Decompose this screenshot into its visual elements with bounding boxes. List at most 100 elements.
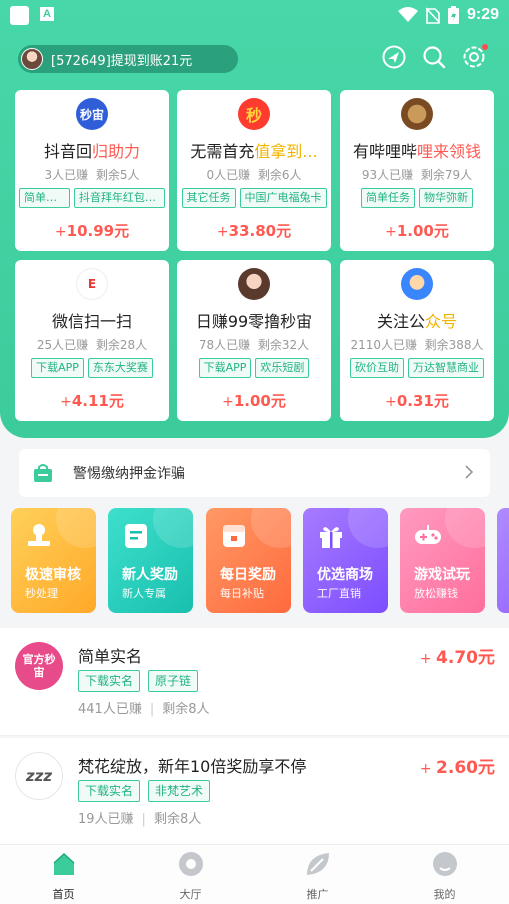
list-item[interactable]: 官方秒宙 简单实名 下载实名 原子链 441人已赚 | 剩余8人 + 4.70元 xyxy=(0,628,509,736)
task-tag: 非梵艺术 xyxy=(148,780,211,802)
task-title: 无需首充值拿到... xyxy=(181,138,327,162)
task-tag: 物华弥新 xyxy=(419,188,473,208)
task-reward: + 2.60元 xyxy=(420,753,495,778)
task-tag: 下载APP xyxy=(31,358,84,378)
earned-count: 19人已赚 xyxy=(78,812,134,827)
task-card[interactable]: E 微信扫一扫 25人已赚 剩余28人 下载APP 东东大奖赛 +4.11元 xyxy=(15,260,169,421)
location-share-icon[interactable] xyxy=(381,44,407,70)
profile-icon xyxy=(432,852,457,876)
task-stats: 25人已赚 剩余28人 xyxy=(15,336,169,353)
remaining-count: 剩余32人 xyxy=(257,338,310,352)
task-reward: + 4.70元 xyxy=(420,643,495,668)
hall-icon xyxy=(178,852,203,876)
nav-home[interactable]: 首页 xyxy=(0,851,127,902)
reward-prefix: + xyxy=(216,224,229,240)
category-subtitle: 每日补贴 xyxy=(220,587,264,600)
category-mall[interactable]: 优选商场 工厂直销 xyxy=(303,508,388,613)
category-title: 新人奖励 xyxy=(122,567,178,583)
home-icon xyxy=(52,852,75,875)
nav-mine[interactable]: 我的 xyxy=(381,851,508,902)
reward-amount: 1.00元 xyxy=(396,222,449,240)
task-tag: 抖音拜年红包助... xyxy=(73,188,165,208)
task-icon: 秒宙 xyxy=(76,98,108,130)
gift-icon xyxy=(320,527,342,548)
task-title: 关注公众号 xyxy=(344,308,490,332)
category-tiles: 极速审核 秒处理 新人奖励 新人专属 每日奖励 每日补贴 优选商场 工厂直销 游… xyxy=(11,508,509,614)
nav-label: 大厅 xyxy=(179,888,202,901)
document-icon xyxy=(125,524,147,548)
chevron-right-icon xyxy=(465,465,474,479)
task-icon xyxy=(401,268,433,300)
task-tag: 下载实名 xyxy=(78,780,141,802)
nav-promote[interactable]: 推广 xyxy=(254,851,381,902)
task-title: 简单实名 xyxy=(78,647,143,666)
notice-text: [572649]提现到账21元 xyxy=(51,53,193,69)
reward-amount: 10.99元 xyxy=(66,222,130,240)
task-card[interactable]: 关注公众号 2110人已赚 剩余388人 砍价互助 万达智慧商业 +0.31元 xyxy=(340,260,494,421)
reward-prefix: + xyxy=(419,651,432,667)
task-title: 抖音回归助力 xyxy=(19,138,165,162)
category-game-trial[interactable]: 游戏试玩 放松赚钱 xyxy=(400,508,485,613)
warning-text: 警惕缴纳押金诈骗 xyxy=(73,466,185,482)
task-stats: 2110人已赚 剩余388人 xyxy=(340,336,494,353)
task-card[interactable]: 秒 无需首充值拿到... 0人已赚 剩余6人 其它任务 中国广电福兔卡 +33.8… xyxy=(177,90,331,251)
promote-icon xyxy=(306,853,329,875)
reward-amount: 4.70元 xyxy=(436,648,495,668)
search-icon[interactable] xyxy=(421,44,447,70)
task-reward: +1.00元 xyxy=(340,220,494,241)
task-card[interactable]: 有哔哩哔哩来领钱 93人已赚 剩余79人 简单任务 物华弥新 +1.00元 xyxy=(340,90,494,251)
task-reward: +4.11元 xyxy=(15,390,169,411)
task-title-text: 无需首充 xyxy=(190,142,255,161)
withdraw-notice[interactable]: [572649]提现到账21元 xyxy=(18,45,238,73)
category-fast-review[interactable]: 极速审核 秒处理 xyxy=(11,508,96,613)
category-more[interactable] xyxy=(497,508,509,613)
task-title-text: 抖音回 xyxy=(43,142,92,161)
task-title: 有哔哩哔哩来领钱 xyxy=(344,138,490,162)
earned-count: 2110人已赚 xyxy=(350,338,417,352)
avatar xyxy=(21,48,43,70)
notification-dot xyxy=(482,44,488,50)
task-title: 微信扫一扫 xyxy=(19,308,165,332)
reward-prefix: + xyxy=(222,394,234,410)
top-banner-area: A 9:29 [572649]提现到账21元 秒宙 抖音回归助力 3人已赚 剩余… xyxy=(0,0,509,438)
task-card[interactable]: 秒宙 抖音回归助力 3人已赚 剩余5人 简单任务 抖音拜年红包助... +10.9… xyxy=(15,90,169,251)
category-subtitle: 新人专属 xyxy=(122,587,166,600)
category-title: 极速审核 xyxy=(25,567,81,583)
settings-icon[interactable] xyxy=(461,44,488,70)
nav-label: 首页 xyxy=(52,888,75,901)
task-tag: 砍价互助 xyxy=(350,358,404,378)
task-tag: 原子链 xyxy=(148,670,199,692)
remaining-count: 剩余28人 xyxy=(95,338,148,352)
earned-count: 0人已赚 xyxy=(206,168,251,182)
list-item[interactable]: zzz 梵花绽放，新年10倍奖励享不停 下载实名 非梵艺术 19人已赚 | 剩余8人 … xyxy=(0,738,509,846)
category-title: 优选商场 xyxy=(317,567,373,583)
nav-hall[interactable]: 大厅 xyxy=(127,851,254,902)
stamp-icon xyxy=(28,524,50,546)
fraud-warning-row[interactable]: 警惕缴纳押金诈骗 xyxy=(19,449,490,497)
task-title-highlight: 众号 xyxy=(425,312,458,331)
reward-amount: 0.31元 xyxy=(396,392,449,410)
category-daily-reward[interactable]: 每日奖励 每日补贴 xyxy=(206,508,291,613)
task-stats: 441人已赚 | 剩余8人 xyxy=(78,702,210,717)
category-subtitle: 秒处理 xyxy=(25,587,58,600)
task-stats: 0人已赚 剩余6人 xyxy=(177,166,331,183)
reward-amount: 1.00元 xyxy=(233,392,286,410)
task-tag: 中国广电福兔卡 xyxy=(239,188,327,208)
task-tag: 万达智慧商业 xyxy=(408,358,484,378)
nav-label: 我的 xyxy=(433,888,456,901)
task-title-text: 微信扫一扫 xyxy=(51,312,132,331)
task-icon xyxy=(238,268,270,300)
reward-prefix: + xyxy=(385,394,397,410)
category-title: 每日奖励 xyxy=(220,567,276,583)
task-card[interactable]: 日赚99零撸秒宙 78人已赚 剩余32人 下载APP 欢乐短剧 +1.00元 xyxy=(177,260,331,421)
task-title: 日赚99零撸秒宙 xyxy=(181,308,327,332)
task-icon xyxy=(401,98,433,130)
task-tag: 下载实名 xyxy=(78,670,141,692)
task-reward: +10.99元 xyxy=(15,220,169,241)
task-title-text: 有哔哩哔 xyxy=(352,142,417,161)
wifi-icon xyxy=(397,7,418,22)
earned-count: 78人已赚 xyxy=(198,338,251,352)
task-title: 梵花绽放，新年10倍奖励享不停 xyxy=(78,757,307,776)
reward-prefix: + xyxy=(419,761,432,777)
category-newbie-reward[interactable]: 新人奖励 新人专属 xyxy=(108,508,193,613)
